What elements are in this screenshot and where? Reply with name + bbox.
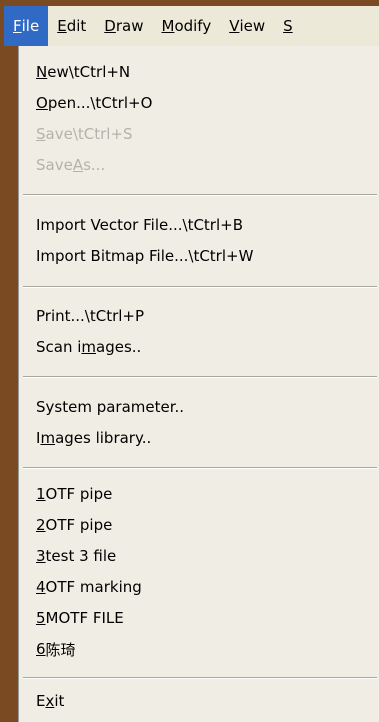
system-parameter-label: System parameter.. (36, 398, 185, 416)
menu-item-exit[interactable]: Ex it (36, 686, 64, 716)
menu-separator (23, 286, 377, 288)
recent-file-number: 6 (36, 640, 46, 658)
menu-item-open[interactable]: Open...\tCtrl+O (36, 88, 152, 118)
menu-separator (23, 467, 377, 469)
menu-draw-accel: D (104, 17, 116, 35)
images-library-accel: m (40, 429, 56, 447)
menubar: File Edit Draw Modify View S (4, 6, 379, 46)
menu-edit[interactable]: Edit (48, 6, 95, 46)
menu-item-import-vector[interactable]: Import Vector File...\tCtrl+B (36, 210, 243, 240)
menu-item-scan-images[interactable]: Scan i m ages.. (36, 332, 141, 362)
recent-file-name: test 3 file (45, 547, 117, 565)
menu-edit-accel: E (57, 17, 67, 35)
scan-images-label: ages.. (96, 338, 142, 356)
menu-view-label: iew (239, 17, 266, 35)
images-library-label: ages library.. (55, 429, 152, 447)
save-label: ave\tCtrl+S (45, 125, 133, 143)
new-label: ew\tCtrl+N (47, 63, 131, 81)
menu-modify-accel: M (161, 17, 175, 35)
save-as-label: s... (83, 156, 106, 174)
menu-file[interactable]: File (4, 6, 49, 46)
recent-file-number: 5 (36, 609, 46, 627)
save-as-pre: Save (36, 156, 73, 174)
menu-view[interactable]: View (220, 6, 274, 46)
save-as-accel: A (72, 156, 84, 174)
menu-separator (23, 376, 377, 378)
menu-truncated-accel: S (283, 17, 293, 35)
import-bitmap-label: Import Bitmap File...\tCtrl+W (36, 247, 254, 265)
recent-file-item[interactable]: 3 test 3 file (36, 541, 116, 571)
scan-images-pre: Scan i (36, 338, 82, 356)
exit-pre: E (36, 692, 46, 710)
menu-item-print[interactable]: Print...\tCtrl+P (36, 301, 144, 331)
menu-file-label: ile (21, 17, 40, 35)
recent-file-name: 陈琦 (45, 640, 76, 659)
import-vector-label: Import Vector File...\tCtrl+B (36, 216, 244, 234)
open-accel: O (36, 94, 48, 112)
menu-item-system-parameter[interactable]: System parameter.. (36, 392, 184, 422)
menu-item-images-library[interactable]: Im ages library.. (36, 423, 151, 453)
new-accel: N (36, 63, 48, 81)
exit-label: it (54, 692, 65, 710)
recent-file-item[interactable]: 2 OTF pipe (36, 510, 112, 540)
menu-item-save-as[interactable]: Save As... (36, 150, 105, 180)
recent-file-name: OTF marking (45, 578, 142, 596)
menu-draw-label: raw (115, 17, 144, 35)
menu-view-accel: V (229, 17, 240, 35)
recent-file-item[interactable]: 5 MOTF FILE (36, 603, 124, 633)
file-menu-dropdown: New\tCtrl+N Open...\tCtrl+O Save\tCtrl+S… (18, 46, 379, 722)
scan-images-accel: m (81, 338, 97, 356)
menu-file-accel: F (13, 17, 22, 35)
recent-file-number: 3 (36, 547, 46, 565)
recent-file-item[interactable]: 6 陈琦 (36, 634, 76, 664)
recent-file-name: OTF pipe (45, 485, 113, 503)
open-label: pen...\tCtrl+O (47, 94, 153, 112)
recent-file-item[interactable]: 4 OTF marking (36, 572, 142, 602)
menu-item-save[interactable]: Save\tCtrl+S (36, 119, 133, 149)
save-accel: S (36, 125, 46, 143)
recent-file-name: MOTF FILE (45, 609, 124, 627)
recent-file-number: 2 (36, 516, 46, 534)
recent-file-item[interactable]: 1 OTF pipe (36, 479, 112, 509)
menu-separator (23, 677, 377, 679)
menu-edit-label: dit (66, 17, 87, 35)
menu-modify[interactable]: Modify (152, 6, 220, 46)
recent-file-number: 1 (36, 485, 46, 503)
menu-draw[interactable]: Draw (95, 6, 152, 46)
menu-truncated[interactable]: S (274, 6, 302, 46)
menu-separator (23, 194, 377, 196)
menu-item-new[interactable]: New\tCtrl+N (36, 57, 130, 87)
recent-file-name: OTF pipe (45, 516, 113, 534)
recent-file-number: 4 (36, 578, 46, 596)
exit-accel: x (45, 692, 55, 710)
print-label: Print...\tCtrl+P (36, 307, 145, 325)
menu-modify-label: odify (174, 17, 212, 35)
menu-item-import-bitmap[interactable]: Import Bitmap File...\tCtrl+W (36, 241, 253, 271)
